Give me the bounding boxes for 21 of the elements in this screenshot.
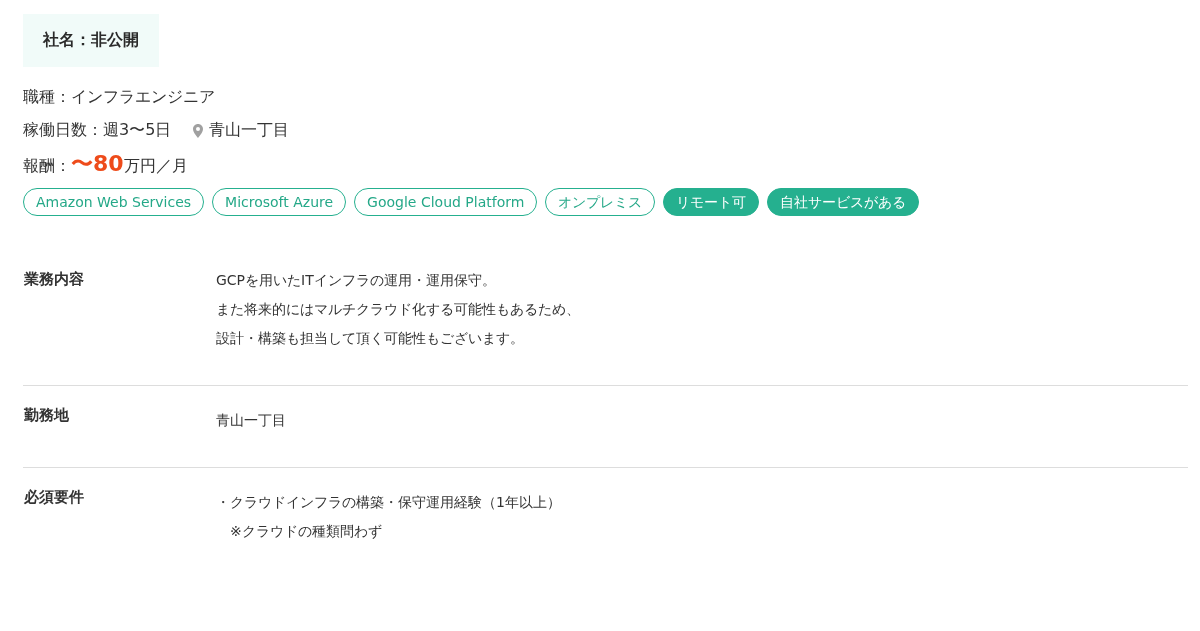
detail-text: また将来的にはマルチクラウド化する可能性もあるため、 xyxy=(216,300,580,319)
detail-text: ・クラウドインフラの構築・保守運用経験（1年以上） xyxy=(216,493,561,512)
tag: Google Cloud Platform xyxy=(354,188,538,216)
tag: 自社サービスがある xyxy=(767,188,920,216)
work-days-text: 稼働日数：週3〜5日 xyxy=(23,120,172,141)
map-pin-icon xyxy=(193,123,204,138)
detail-label: 業務内容 xyxy=(23,270,85,290)
tag: Microsoft Azure xyxy=(212,188,347,216)
detail-text: 設計・構築も担当して頂く可能性もございます。 xyxy=(216,329,525,348)
tag: リモート可 xyxy=(663,188,760,216)
location-text: 青山一丁目 xyxy=(209,120,290,141)
detail-text: GCPを用いたITインフラの運用・運用保守。 xyxy=(216,271,497,290)
detail-label: 必須要件 xyxy=(23,488,85,508)
detail-text: 青山一丁目 xyxy=(216,411,286,430)
tag: オンプレミス xyxy=(545,188,656,216)
company-name-badge: 社名：非公開 xyxy=(23,14,159,67)
detail-label: 勤務地 xyxy=(23,406,70,426)
tag: Amazon Web Services xyxy=(23,188,205,216)
detail-text: ※クラウドの種類問わず xyxy=(229,522,383,541)
job-type-text: 職種：インフラエンジニア xyxy=(23,87,215,108)
salary-text: 報酬：〜80万円／月 xyxy=(23,149,188,178)
